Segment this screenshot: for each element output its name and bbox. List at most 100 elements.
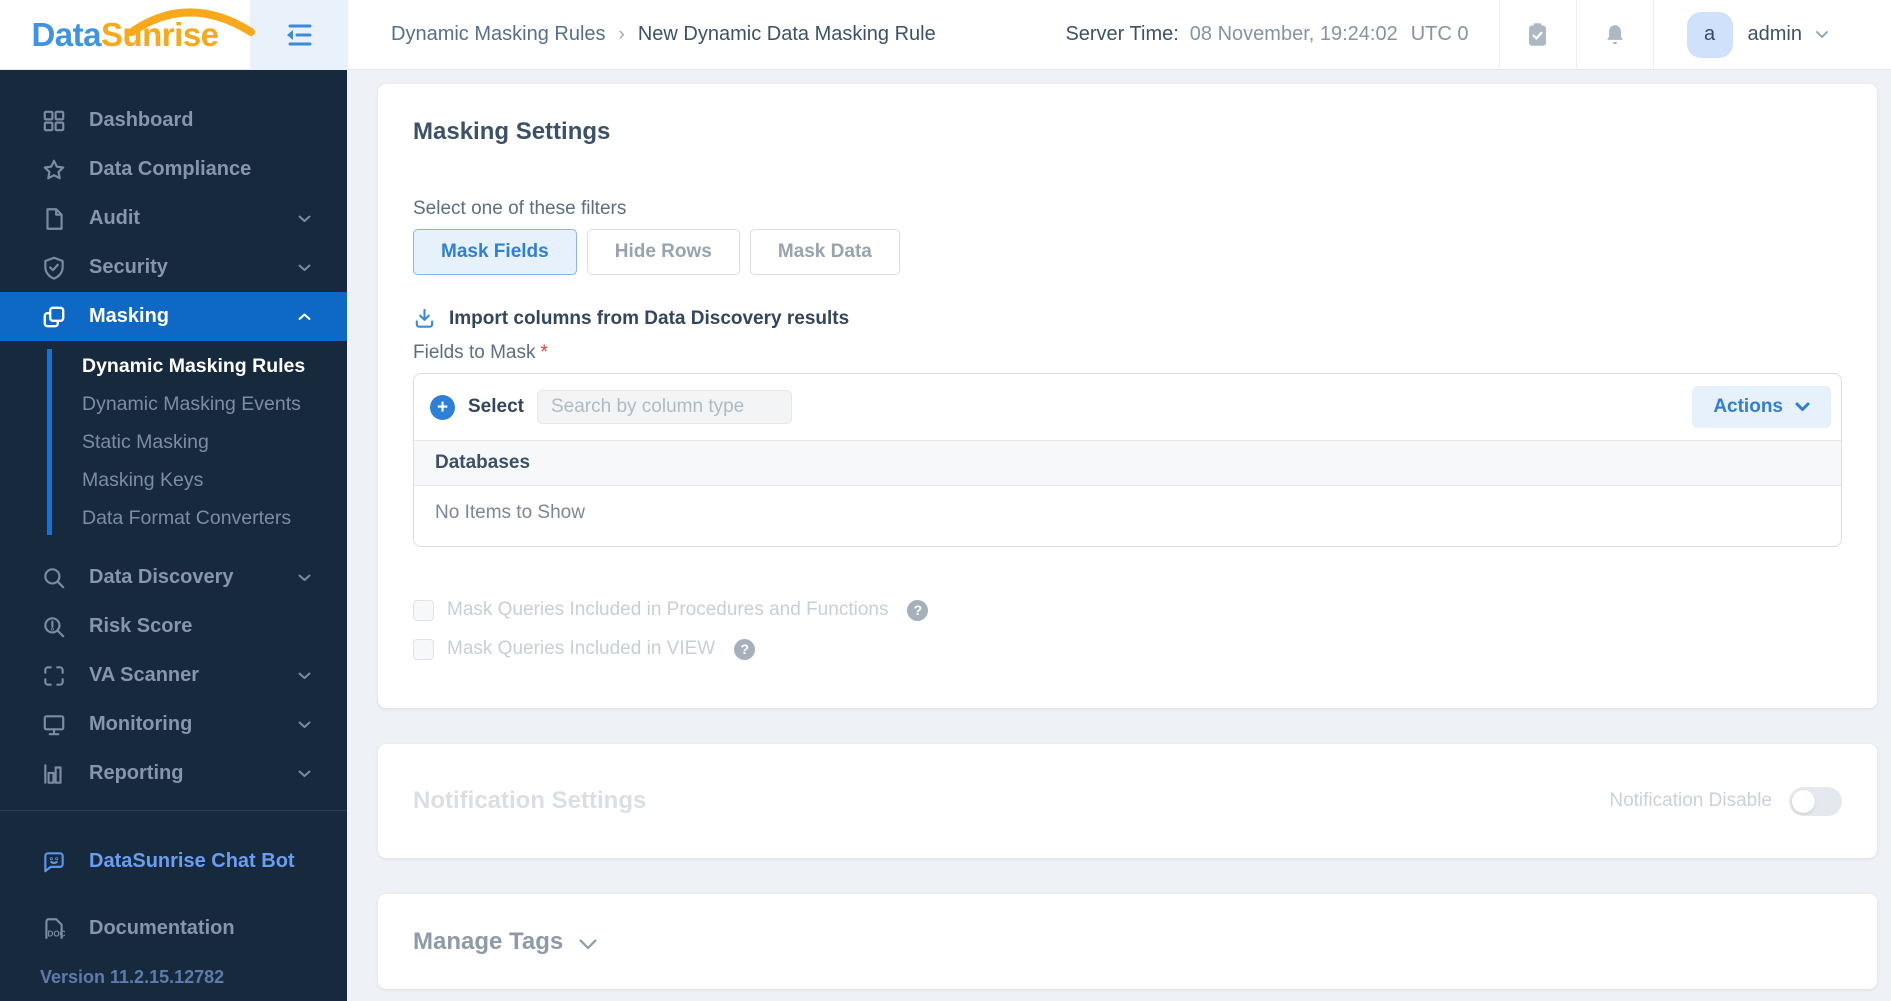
sidebar-item-static-masking[interactable]: Static Masking [48,423,347,461]
manage-tags-title: Manage Tags [413,927,564,955]
notification-toggle-group: Notification Disable [1609,786,1842,816]
sidebar-item-security[interactable]: Security [0,243,347,292]
submenu-rail [47,349,52,535]
breadcrumb-parent-link[interactable]: Dynamic Masking Rules [391,23,606,46]
sidebar-item-monitoring[interactable]: Monitoring [0,700,347,749]
sidebar-item-dashboard[interactable]: Dashboard [0,96,347,145]
chevron-down-icon [298,672,311,680]
sidebar-item-label: Monitoring [89,713,193,735]
avatar[interactable]: a [1686,11,1733,58]
datasunrise-logo[interactable]: DataSunrise [0,8,256,54]
actions-button[interactable]: Actions [1692,386,1831,428]
sidebar-item-label: Documentation [89,917,235,939]
sidebar-divider [0,810,347,811]
documentation-icon: DOC [40,915,67,942]
tasks-button[interactable] [1500,0,1576,70]
breadcrumb: Dynamic Masking Rules › New Dynamic Data… [391,23,936,46]
notification-disable-toggle[interactable] [1789,786,1842,816]
collapse-sidebar-icon [287,24,312,45]
select-label: Select [468,396,524,417]
sidebar-item-dynamic-masking-rules[interactable]: Dynamic Masking Rules [48,347,347,385]
help-icon[interactable]: ? [907,599,929,621]
manage-tags-expand-button[interactable] [578,938,598,951]
monitor-icon [40,711,67,738]
mask-view-label: Mask Queries Included in VIEW [447,638,716,659]
sidebar-item-label: Data Compliance [89,158,252,180]
sidebar-item-dynamic-masking-events[interactable]: Dynamic Masking Events [48,385,347,423]
sidebar-item-data-format-converters[interactable]: Data Format Converters [48,499,347,537]
sidebar-item-reporting[interactable]: Reporting [0,749,347,798]
sidebar-item-label: Security [89,256,168,278]
add-field-button[interactable]: + [430,394,455,420]
logo-part-data: Data [31,15,101,53]
main-content: Masking Settings Select one of these fil… [347,70,1891,1001]
mask-data-button[interactable]: Mask Data [749,229,900,275]
search-icon [40,564,67,591]
topbar: DataSunrise Dynamic Masking Rules › New … [0,0,1891,70]
clipboard-check-icon [1529,23,1546,46]
page-title: Masking Settings [413,118,611,145]
download-icon [415,308,434,328]
chevron-down-icon [1795,402,1810,411]
column-type-search-input[interactable] [536,390,792,424]
scanner-icon [40,662,67,689]
bar-chart-icon [40,760,67,787]
risk-score-icon [40,613,67,640]
sidebar-item-label: VA Scanner [89,664,200,686]
chevron-down-icon [298,264,311,272]
chevron-down-icon [298,721,311,729]
mask-procedures-checkbox[interactable] [413,599,434,621]
topbar-divider [1652,0,1654,70]
hide-rows-button[interactable]: Hide Rows [586,229,740,275]
fields-to-mask-label: Fields to Mask * [413,342,1842,364]
server-time-value: 08 November, 19:24:02 [1189,23,1398,45]
mask-view-checkbox-row: Mask Queries Included in VIEW ? [413,638,1842,660]
sidebar-item-data-discovery[interactable]: Data Discovery [0,553,347,602]
svg-text:DOC: DOC [47,929,65,938]
import-columns-link[interactable]: Import columns from Data Discovery resul… [413,307,1842,330]
sidebar-item-risk-score[interactable]: Risk Score [0,602,347,651]
topbar-right: Server Time: 08 November, 19:24:02 UTC 0… [1065,0,1891,70]
manage-tags-card: Manage Tags [378,894,1877,989]
sidebar: Dashboard Data Compliance Audit Security… [0,70,347,1001]
masking-squares-icon [40,303,67,330]
notification-settings-card: Notification Settings Notification Disab… [378,744,1877,858]
chevron-down-icon [298,770,311,778]
sidebar-item-label: DataSunrise Chat Bot [89,850,295,872]
notification-settings-title: Notification Settings [413,787,647,814]
filter-group-label: Select one of these filters [413,198,627,219]
sidebar-item-masking-keys[interactable]: Masking Keys [48,461,347,499]
star-icon [40,156,67,183]
sidebar-collapse-button[interactable] [250,0,348,70]
sidebar-item-chatbot[interactable]: DataSunrise Chat Bot [0,837,347,886]
databases-column-header: Databases [414,440,1841,486]
masking-submenu: Dynamic Masking Rules Dynamic Masking Ev… [0,347,347,537]
notifications-button[interactable] [1577,0,1653,70]
empty-state-text: No Items to Show [435,502,585,523]
security-shield-icon [40,254,67,281]
chevron-down-icon [298,574,311,582]
sidebar-item-va-scanner[interactable]: VA Scanner [0,651,347,700]
user-menu-button[interactable] [1815,30,1829,39]
fields-toolbar: + Select Actions [414,374,1841,440]
help-icon[interactable]: ? [734,638,756,660]
sidebar-item-label: Reporting [89,762,184,784]
mask-procedures-label: Mask Queries Included in Procedures and … [447,599,889,620]
sidebar-item-label: Data Discovery [89,566,234,588]
sidebar-item-audit[interactable]: Audit [0,194,347,243]
mask-fields-button[interactable]: Mask Fields [413,229,577,275]
chevron-down-icon [298,215,311,223]
server-time-zone: UTC 0 [1410,23,1469,45]
sidebar-item-masking[interactable]: Masking [0,292,347,341]
import-columns-label: Import columns from Data Discovery resul… [449,307,850,329]
bell-icon [1606,24,1623,44]
sidebar-item-documentation[interactable]: DOC Documentation [0,904,347,953]
required-mark: * [540,342,548,363]
sidebar-item-data-compliance[interactable]: Data Compliance [0,145,347,194]
breadcrumb-separator: › [618,23,625,45]
app-root: DataSunrise Dynamic Masking Rules › New … [0,0,1891,1001]
fields-label-text: Fields to Mask [413,342,536,363]
chevron-down-icon [579,939,597,950]
mask-view-checkbox[interactable] [413,638,434,660]
user-name: admin [1747,23,1802,45]
